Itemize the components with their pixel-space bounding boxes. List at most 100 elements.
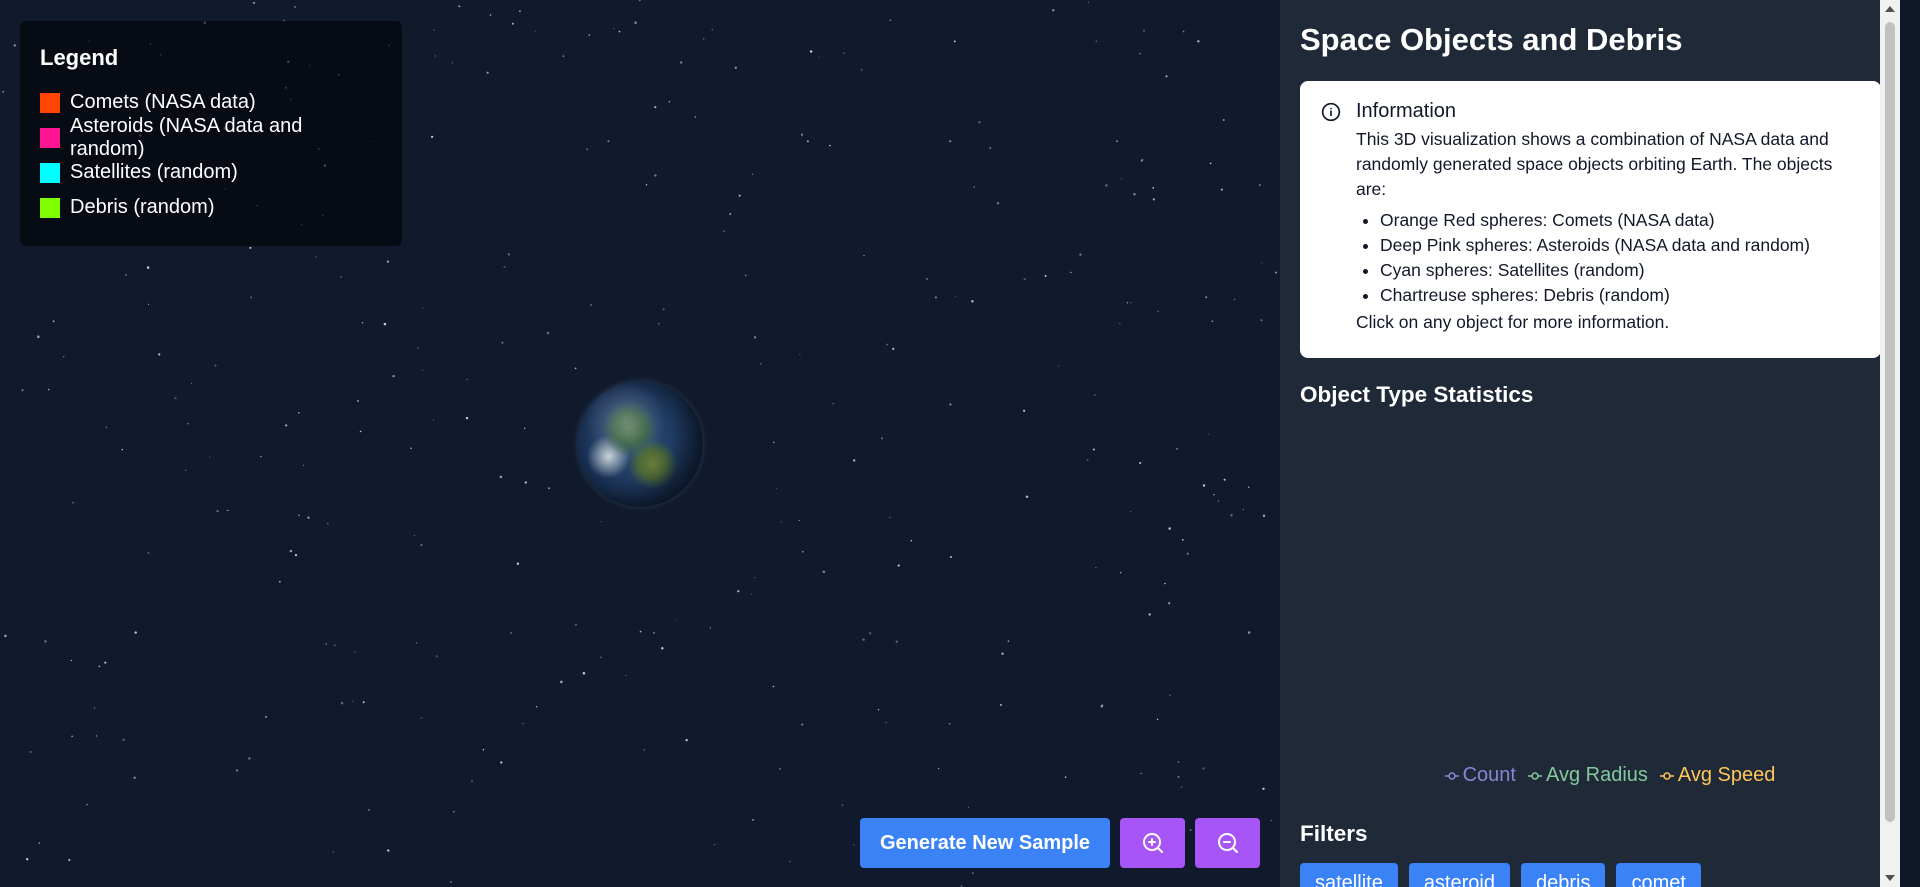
- star: [1087, 1, 1090, 3]
- star: [105, 426, 108, 428]
- star: [675, 619, 677, 621]
- star: [801, 723, 804, 726]
- star: [37, 335, 40, 338]
- star: [433, 29, 435, 32]
- star: [30, 751, 32, 753]
- star: [895, 640, 898, 643]
- star: [503, 265, 506, 268]
- chart-legend-count[interactable]: Count: [1444, 764, 1516, 787]
- star: [356, 399, 360, 403]
- legend-item-asteroids: Asteroids (NASA data and random): [40, 115, 382, 160]
- star: [613, 27, 615, 30]
- star: [354, 651, 356, 653]
- legend-item-label: Comets (NASA data): [70, 91, 256, 113]
- star: [284, 424, 288, 427]
- star: [422, 307, 424, 309]
- star: [264, 715, 268, 719]
- star: [863, 254, 865, 257]
- information-footer: Click on any object for more information…: [1356, 312, 1670, 332]
- filter-asteroid[interactable]: asteroid: [1408, 863, 1510, 887]
- zoom-in-button[interactable]: [1120, 818, 1185, 868]
- star: [773, 441, 775, 444]
- star: [1095, 40, 1098, 43]
- star: [25, 857, 29, 861]
- star: [860, 68, 863, 71]
- star: [1126, 302, 1128, 304]
- scrollbar-thumb[interactable]: [1885, 22, 1895, 822]
- scroll-down-arrow-icon[interactable]: [1885, 875, 1895, 881]
- star: [302, 464, 305, 466]
- star: [996, 202, 1000, 205]
- star: [1101, 704, 1104, 707]
- star: [949, 403, 952, 406]
- star: [383, 322, 387, 326]
- star: [586, 148, 589, 151]
- star: [148, 303, 150, 305]
- zoom-out-button[interactable]: [1195, 818, 1260, 868]
- filter-comet[interactable]: comet: [1616, 863, 1701, 887]
- filter-satellite[interactable]: satellite: [1300, 863, 1398, 887]
- star: [1070, 271, 1072, 274]
- star: [853, 459, 856, 462]
- star: [1189, 829, 1192, 831]
- star: [954, 295, 956, 298]
- star: [643, 749, 646, 751]
- star: [432, 419, 435, 421]
- scroll-up-arrow-icon[interactable]: [1885, 6, 1895, 12]
- panel-scrollbar[interactable]: [1880, 0, 1900, 887]
- space-viewport[interactable]: Legend Comets (NASA data) Asteroids (NAS…: [0, 0, 1280, 887]
- star: [253, 2, 256, 4]
- debris-swatch: [40, 197, 60, 218]
- zoom-out-icon: [1217, 833, 1238, 853]
- star: [359, 430, 362, 433]
- chart-legend-avg-speed[interactable]: Avg Speed: [1659, 764, 1775, 787]
- line-marker-icon: [1444, 771, 1459, 780]
- star: [869, 632, 872, 635]
- star: [47, 388, 50, 391]
- star: [1116, 140, 1118, 143]
- star: [86, 803, 88, 806]
- star: [52, 320, 55, 323]
- star: [1093, 394, 1096, 396]
- star: [877, 709, 880, 711]
- information-intro: This 3D visualization shows a combinatio…: [1356, 129, 1833, 199]
- star: [548, 487, 551, 490]
- star: [753, 336, 757, 339]
- page-title: Space Objects and Debris: [1300, 22, 1683, 57]
- earth-globe[interactable]: [577, 381, 703, 507]
- star: [71, 735, 73, 738]
- star: [832, 402, 834, 405]
- star: [1119, 571, 1122, 574]
- star: [822, 570, 826, 574]
- chart-legend: Count Avg Radius Avg Speed: [1280, 764, 1900, 787]
- star: [1247, 486, 1250, 489]
- star: [661, 646, 664, 650]
- star: [134, 631, 137, 634]
- star: [214, 364, 217, 367]
- star: [185, 469, 187, 471]
- star: [562, 55, 565, 57]
- star: [744, 274, 747, 277]
- star: [471, 780, 473, 782]
- star: [227, 509, 229, 512]
- star: [133, 776, 136, 779]
- star: [806, 140, 809, 143]
- star: [1152, 187, 1155, 189]
- star: [1157, 310, 1159, 313]
- star: [645, 184, 648, 186]
- star: [1140, 772, 1142, 775]
- generate-new-sample-button[interactable]: Generate New Sample: [860, 818, 1110, 868]
- chart-legend-avg-radius[interactable]: Avg Radius: [1527, 764, 1648, 787]
- star: [413, 534, 415, 536]
- line-marker-icon: [1527, 771, 1542, 780]
- star: [387, 849, 390, 852]
- star: [886, 343, 889, 346]
- filter-debris[interactable]: debris: [1520, 863, 1606, 887]
- star: [1169, 694, 1171, 696]
- star: [1247, 631, 1251, 634]
- star: [926, 277, 929, 280]
- star: [1121, 178, 1123, 180]
- star: [352, 700, 354, 702]
- legend-title: Legend: [40, 45, 119, 70]
- asteroid-swatch: [40, 127, 60, 148]
